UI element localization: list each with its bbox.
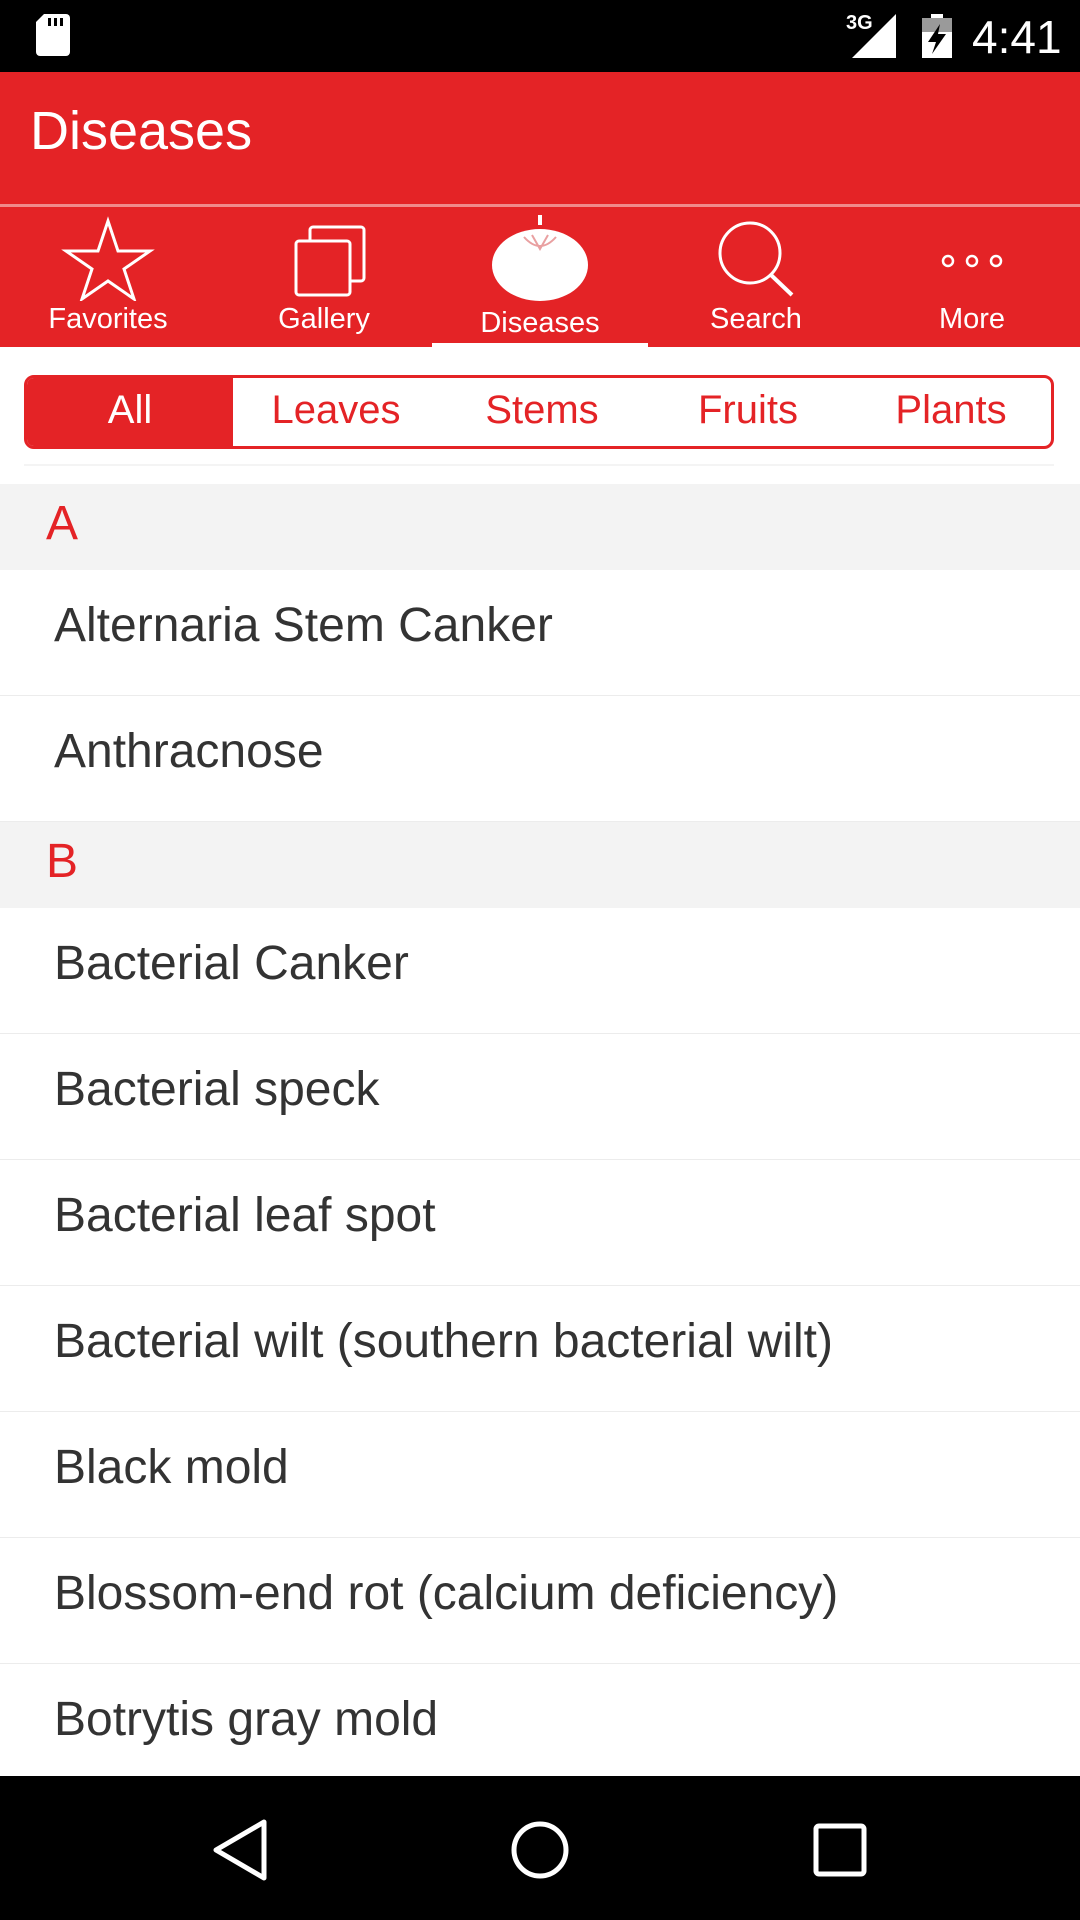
list-item-label: Black mold <box>54 1441 289 1494</box>
home-icon[interactable] <box>500 1810 580 1890</box>
tab-label: Favorites <box>48 303 168 335</box>
back-icon[interactable] <box>200 1810 280 1890</box>
signal-icon <box>852 14 896 58</box>
list-item[interactable]: Black mold <box>0 1412 1080 1538</box>
list-item-label: Bacterial speck <box>54 1063 380 1116</box>
sd-card-icon <box>36 14 70 56</box>
section-letter: B <box>46 835 79 888</box>
tab-label: More <box>938 303 1006 335</box>
filter-fruits[interactable]: Fruits <box>645 378 851 446</box>
list-item-label: Anthracnose <box>54 725 324 778</box>
tab-bar: Favorites Gallery Diseases Search More <box>0 207 1080 349</box>
star-icon <box>61 216 155 301</box>
list-item[interactable]: Anthracnose <box>0 696 1080 822</box>
filter-all[interactable]: All <box>27 378 233 446</box>
tab-label: Search <box>710 303 802 335</box>
category-filter: All Leaves Stems Fruits Plants <box>24 375 1054 449</box>
page-title: Diseases <box>30 101 253 161</box>
app-bar: Diseases <box>0 72 1080 204</box>
tomato-icon <box>492 215 588 301</box>
list-item[interactable]: Blossom-end rot (calcium deficiency) <box>0 1538 1080 1664</box>
system-nav-bar <box>0 1776 1080 1920</box>
section-header-a: A <box>0 484 1080 570</box>
more-dots-icon <box>941 254 1003 268</box>
tab-favorites[interactable]: Favorites <box>0 207 216 347</box>
section-header-b: B <box>0 822 1080 908</box>
recents-icon[interactable] <box>800 1810 880 1890</box>
list-item[interactable]: Bacterial Canker <box>0 908 1080 1034</box>
list-item-label: Bacterial Canker <box>54 937 409 990</box>
list-item[interactable]: Alternaria Stem Canker <box>0 570 1080 696</box>
disease-list[interactable]: A Alternaria Stem Canker Anthracnose B B… <box>0 484 1080 1790</box>
active-tab-indicator <box>432 343 648 349</box>
list-item-label: Blossom-end rot (calcium deficiency) <box>54 1567 839 1620</box>
tab-search[interactable]: Search <box>648 207 864 347</box>
list-item[interactable]: Botrytis gray mold <box>0 1664 1080 1790</box>
tab-more[interactable]: More <box>864 207 1080 347</box>
tab-label: Gallery <box>278 303 370 335</box>
status-bar: 3G 4:41 <box>0 0 1080 72</box>
divider <box>24 464 1054 466</box>
section-letter: A <box>46 497 79 550</box>
filter-leaves[interactable]: Leaves <box>233 378 439 446</box>
list-item[interactable]: Bacterial speck <box>0 1034 1080 1160</box>
gallery-icon <box>294 225 366 297</box>
list-item-label: Bacterial leaf spot <box>54 1189 436 1242</box>
filter-stems[interactable]: Stems <box>439 378 645 446</box>
tab-gallery[interactable]: Gallery <box>216 207 432 347</box>
tab-label: Diseases <box>480 307 600 339</box>
list-item-label: Alternaria Stem Canker <box>54 599 553 652</box>
clock: 4:41 <box>972 11 1062 63</box>
search-icon <box>718 221 794 297</box>
list-item[interactable]: Bacterial wilt (southern bacterial wilt) <box>0 1286 1080 1412</box>
list-item[interactable]: Bacterial leaf spot <box>0 1160 1080 1286</box>
filter-plants[interactable]: Plants <box>851 378 1051 446</box>
list-item-label: Bacterial wilt (southern bacterial wilt) <box>54 1315 833 1368</box>
list-item-label: Botrytis gray mold <box>54 1693 439 1746</box>
tab-diseases[interactable]: Diseases <box>432 207 648 347</box>
battery-charging-icon <box>922 14 952 58</box>
